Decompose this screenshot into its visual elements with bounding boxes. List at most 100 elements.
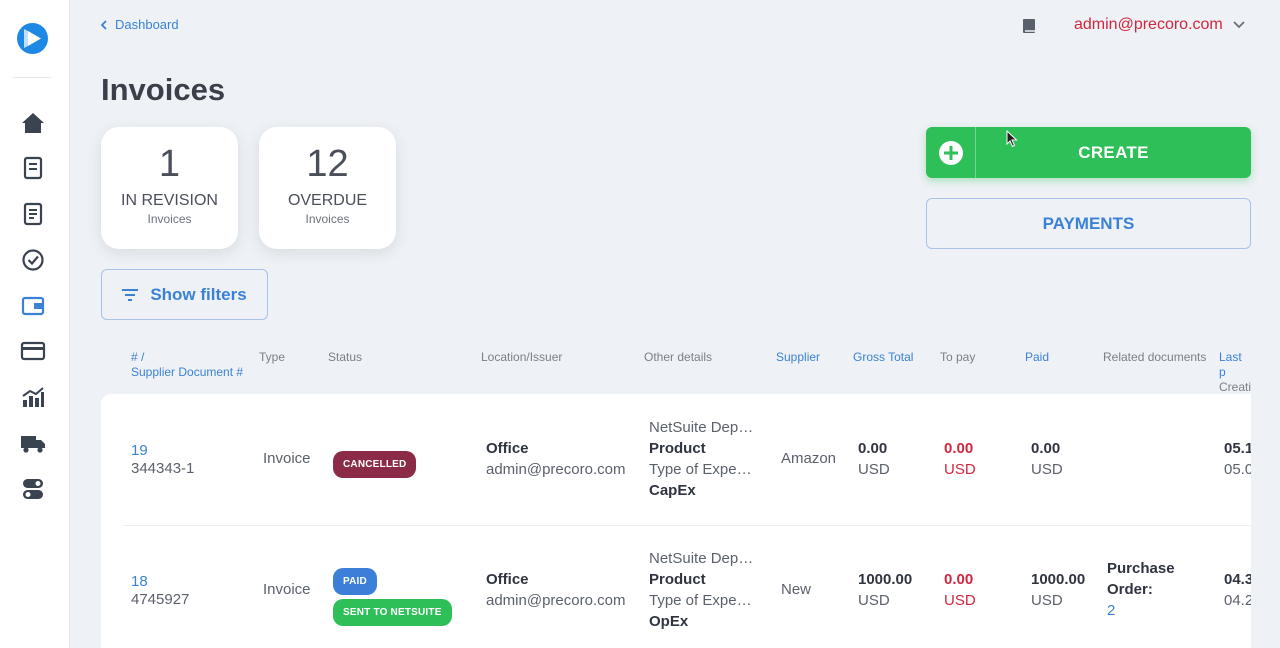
to-pay-currency: USD	[944, 592, 976, 609]
column-header-related-documents: Related documents	[1103, 350, 1207, 364]
suppliers-truck-icon[interactable]	[20, 430, 46, 456]
last-payment-date: 04.3	[1224, 571, 1251, 588]
cell-related-documents: Purchase Order: 2	[1107, 558, 1187, 621]
column-header-other-details: Other details	[644, 350, 713, 364]
stat-sublabel: Invoices	[305, 212, 350, 226]
settings-toggle-icon[interactable]	[20, 476, 46, 502]
plus-circle-icon	[926, 127, 976, 178]
column-header-supplier[interactable]: Supplier	[776, 350, 820, 365]
cell-status: PAID SENT TO NETSUITE	[333, 568, 452, 626]
create-button[interactable]: CREATE	[926, 127, 1251, 178]
user-email[interactable]: admin@precoro.com	[1074, 16, 1223, 34]
cell-paid: 0.00 USD	[1031, 438, 1063, 480]
stat-label: IN REVISION	[121, 192, 218, 209]
analytics-icon[interactable]	[20, 384, 46, 410]
paid-amount: 0.00	[1031, 440, 1061, 457]
gross-currency: USD	[858, 461, 890, 478]
column-header-last-payment[interactable]: Last p Creati	[1219, 350, 1251, 395]
cell-supplier: Amazon	[781, 450, 837, 467]
cell-other-details: NetSuite Depa… Product Type of Expen… Ca…	[649, 417, 757, 501]
chevron-down-icon	[1233, 21, 1245, 29]
last-payment-date: 05.1	[1224, 440, 1251, 457]
column-header-location: Location/Issuer	[481, 350, 563, 364]
status-badge: PAID	[333, 568, 377, 595]
issuer-email: admin@precoro.com	[486, 461, 626, 478]
filter-icon	[122, 288, 139, 301]
paid-currency: USD	[1031, 461, 1063, 478]
stat-count: 1	[158, 143, 181, 185]
payments-card-icon[interactable]	[20, 338, 46, 364]
other-detail-line: Product	[649, 571, 706, 588]
column-header-type: Type	[259, 350, 286, 364]
approvals-icon[interactable]	[20, 247, 46, 273]
created-date: 05.0	[1224, 461, 1251, 478]
stat-count: 12	[306, 143, 349, 185]
related-document-link[interactable]: 2	[1107, 600, 1187, 621]
supplier-doc-number: 4745927	[131, 591, 190, 608]
purchase-requests-icon[interactable]	[20, 155, 46, 181]
issuer-email: admin@precoro.com	[486, 592, 626, 609]
breadcrumb-label[interactable]: Dashboard	[115, 17, 179, 32]
cell-last-payment: 04.3 04.2	[1224, 569, 1251, 611]
other-detail-line: NetSuite Depa…	[649, 419, 757, 436]
column-header-id[interactable]: # / Supplier Document #	[131, 350, 243, 380]
cell-type: Invoice	[263, 450, 311, 467]
cell-to-pay: 0.00 USD	[944, 438, 976, 480]
breadcrumb[interactable]: Dashboard	[100, 17, 179, 32]
cell-other-details: NetSuite Depa… Product Type of Expen… Op…	[649, 548, 757, 632]
column-header-status: Status	[328, 350, 363, 364]
location-name: Office	[486, 571, 529, 588]
column-header-last-line1: Last p	[1219, 350, 1242, 379]
book-icon[interactable]	[1020, 17, 1038, 35]
column-header-id-line1: # /	[131, 350, 145, 364]
home-icon[interactable]	[20, 110, 46, 136]
cell-id: 18 4745927	[131, 571, 189, 610]
toast-fade	[350, 625, 930, 648]
column-header-paid[interactable]: Paid	[1025, 350, 1049, 365]
cell-location: Office admin@precoro.com	[486, 569, 625, 611]
related-document-label: Purchase Order:	[1107, 560, 1175, 598]
gross-currency: USD	[858, 592, 890, 609]
gross-amount: 1000.00	[858, 571, 913, 588]
other-detail-line: Type of Expen…	[649, 592, 757, 609]
cell-gross-total: 1000.00 USD	[858, 569, 912, 611]
payments-button[interactable]: PAYMENTS	[926, 198, 1251, 249]
purchase-orders-icon[interactable]	[20, 201, 46, 227]
to-pay-currency: USD	[944, 461, 976, 478]
stat-card-in-revision[interactable]: 1 IN REVISION Invoices	[101, 127, 238, 249]
stat-label: OVERDUE	[287, 192, 368, 209]
stat-card-overdue[interactable]: 12 OVERDUE Invoices	[259, 127, 396, 249]
location-name: Office	[486, 440, 529, 457]
mouse-cursor-icon	[1006, 129, 1018, 153]
paid-amount: 1000.00	[1031, 571, 1086, 588]
precoro-logo[interactable]	[17, 23, 48, 54]
column-header-id-line2: Supplier Document #	[131, 365, 244, 379]
other-detail-line: Type of Expen…	[649, 461, 757, 478]
cell-location: Office admin@precoro.com	[486, 438, 625, 480]
cell-status: CANCELLED	[333, 451, 417, 478]
row-divider	[123, 525, 1251, 526]
cell-last-payment: 05.1 05.0	[1224, 438, 1251, 480]
user-menu[interactable]: admin@precoro.com	[1074, 16, 1245, 34]
gross-amount: 0.00	[858, 440, 888, 457]
show-filters-button[interactable]: Show filters	[101, 269, 268, 320]
supplier-doc-number: 344343-1	[131, 460, 195, 477]
other-detail-line: CapEx	[649, 482, 696, 499]
to-pay-amount: 0.00	[944, 571, 974, 588]
other-detail-line: NetSuite Depa…	[649, 550, 757, 567]
invoices-wallet-icon[interactable]	[20, 293, 46, 319]
cell-type: Invoice	[263, 581, 311, 598]
sidebar	[0, 0, 70, 648]
column-header-to-pay: To pay	[940, 350, 976, 364]
cell-gross-total: 0.00 USD	[858, 438, 890, 480]
created-date: 04.2	[1224, 592, 1251, 609]
stat-sublabel: Invoices	[147, 212, 192, 226]
column-header-last-line2: Creati	[1219, 380, 1251, 394]
paid-currency: USD	[1031, 592, 1063, 609]
to-pay-amount: 0.00	[944, 440, 974, 457]
column-header-gross-total[interactable]: Gross Total	[853, 350, 913, 365]
status-badge: SENT TO NETSUITE	[333, 599, 452, 626]
other-detail-line: Product	[649, 440, 706, 457]
cell-supplier: New	[781, 581, 812, 598]
cell-paid: 1000.00 USD	[1031, 569, 1085, 611]
